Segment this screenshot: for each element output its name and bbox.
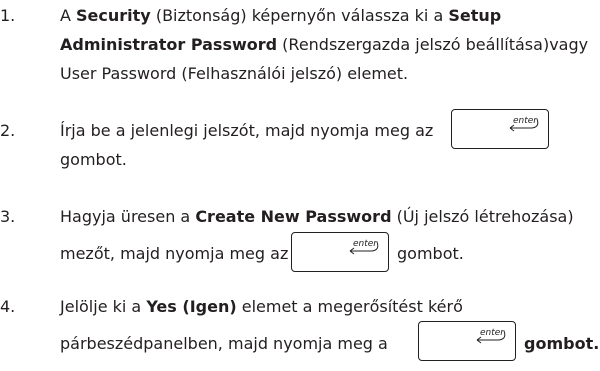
step-text-line: Hagyja üresen a Create New Password (Új … <box>60 207 574 226</box>
step-text-line: Jelölje ki a Yes (Igen) elemet a megerős… <box>60 297 463 316</box>
step-text-line: Administrator Password (Rendszergazda je… <box>60 35 589 54</box>
step-3: 3. Hagyja üresen a Create New Password (… <box>0 207 600 277</box>
step-text-line: User Password (Felhasználói jelszó) elem… <box>60 64 409 83</box>
svg-text:enter: enter <box>353 239 378 249</box>
svg-text:enter: enter <box>480 328 505 338</box>
enter-arrow-icon: enter <box>349 239 379 255</box>
step-text-line: gombot. <box>397 244 464 263</box>
enter-arrow-icon: enter <box>476 328 506 344</box>
step-text-line: Írja be a jelenlegi jelszót, majd nyomja… <box>60 121 434 140</box>
step-text-line: gombot. <box>524 334 600 353</box>
step-number: 4. <box>0 297 16 316</box>
step-number: 1. <box>0 6 16 25</box>
step-text-line: gombot. <box>60 150 127 169</box>
step-1: 1. A Security (Biztonság) képernyőn vála… <box>0 6 600 96</box>
step-text-line: mezőt, majd nyomja meg az <box>60 244 289 263</box>
enter-arrow-icon: enter <box>509 116 539 132</box>
step-4: 4. Jelölje ki a Yes (Igen) elemet a mege… <box>0 297 600 371</box>
step-text-line: párbeszédpanelben, majd nyomja meg a <box>60 334 388 353</box>
svg-text:enter: enter <box>513 116 538 126</box>
step-number: 3. <box>0 207 16 226</box>
enter-key-icon: enter <box>291 232 389 272</box>
enter-key-icon: enter <box>451 109 549 149</box>
instruction-list: 1. A Security (Biztonság) képernyőn vála… <box>0 0 600 371</box>
step-number: 2. <box>0 121 16 140</box>
step-text-line: A Security (Biztonság) képernyőn válassz… <box>60 6 502 25</box>
enter-key-icon: enter <box>418 321 516 361</box>
step-2: 2. Írja be a jelenlegi jelszót, majd nyo… <box>0 109 600 191</box>
